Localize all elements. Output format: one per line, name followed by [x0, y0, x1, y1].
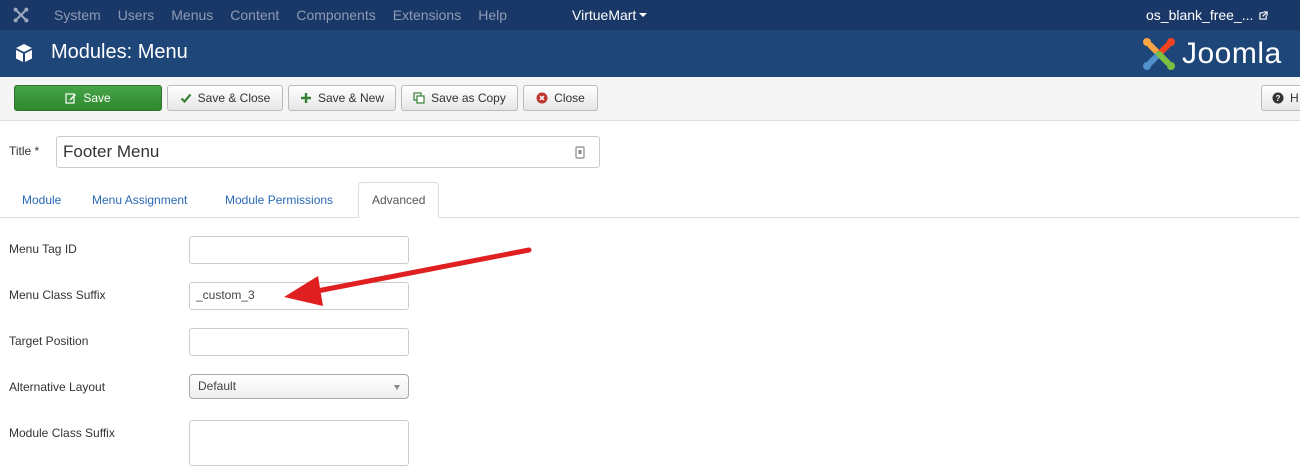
check-icon: [180, 93, 191, 104]
title-input[interactable]: Footer Menu: [56, 136, 600, 168]
save-copy-label: Save as Copy: [431, 91, 506, 105]
title-value: Footer Menu: [63, 142, 160, 161]
cube-icon: [16, 44, 32, 62]
menu-system[interactable]: System: [54, 7, 101, 23]
menu-class-suffix-input[interactable]: _custom_3: [189, 282, 409, 310]
joomla-icon[interactable]: [12, 6, 30, 24]
toolbar: Save Save & Close Save & New Save as Cop…: [0, 77, 1300, 121]
alternative-layout-value: Default: [198, 379, 237, 393]
target-position-label: Target Position: [9, 334, 89, 348]
menu-virtuemart[interactable]: VirtueMart: [572, 0, 648, 30]
help-button[interactable]: ? H: [1261, 85, 1300, 111]
lock-icon: [575, 146, 585, 159]
caret-down-icon: [639, 13, 648, 17]
page-header: Modules: Menu Joomla: [0, 30, 1300, 77]
tab-module[interactable]: Module: [9, 182, 74, 218]
close-label: Close: [554, 91, 585, 105]
close-button[interactable]: Close: [523, 85, 598, 111]
module-tabs: Module Menu Assignment Module Permission…: [0, 182, 1300, 218]
save-close-button[interactable]: Save & Close: [167, 85, 283, 111]
alternative-layout-label: Alternative Layout: [9, 380, 106, 394]
menu-content[interactable]: Content: [230, 7, 279, 23]
alternative-layout-select[interactable]: Default: [189, 374, 409, 399]
save-label: Save: [83, 91, 111, 105]
menu-help[interactable]: Help: [478, 7, 507, 23]
tab-advanced[interactable]: Advanced: [358, 182, 439, 218]
site-name: os_blank_free_...: [1146, 7, 1254, 23]
edit-icon: [65, 93, 77, 104]
menu-extensions[interactable]: Extensions: [393, 7, 461, 23]
target-position-input[interactable]: [189, 328, 409, 356]
external-link-icon: [1259, 10, 1269, 20]
title-label: Title *: [9, 144, 40, 158]
page-title: Modules: Menu: [51, 41, 188, 63]
svg-text:?: ?: [1276, 94, 1281, 103]
save-new-button[interactable]: Save & New: [288, 85, 396, 111]
menu-virtuemart-label: VirtueMart: [572, 7, 637, 23]
menu-menus[interactable]: Menus: [171, 7, 213, 23]
brand-text: Joomla: [1182, 37, 1282, 70]
plus-icon: [300, 93, 311, 103]
tab-module-permissions[interactable]: Module Permissions: [212, 182, 346, 218]
menu-class-suffix-label: Menu Class Suffix: [9, 288, 106, 302]
save-close-label: Save & Close: [197, 91, 271, 105]
save-copy-button[interactable]: Save as Copy: [401, 85, 518, 111]
module-class-suffix-label: Module Class Suffix: [9, 426, 115, 440]
top-navbar: System Users Menus Content Components Ex…: [0, 0, 1300, 30]
joomla-brand: Joomla: [1140, 35, 1282, 73]
tab-menu-assignment[interactable]: Menu Assignment: [79, 182, 200, 218]
menu-tag-id-input[interactable]: [189, 236, 409, 264]
copy-icon: [413, 92, 425, 104]
menu-users[interactable]: Users: [118, 7, 155, 23]
main-menu: System Users Menus Content Components Ex…: [54, 0, 524, 30]
menu-components[interactable]: Components: [296, 7, 375, 23]
site-link[interactable]: os_blank_free_...: [1146, 0, 1269, 30]
module-class-suffix-textarea[interactable]: [189, 420, 409, 466]
menu-tag-id-label: Menu Tag ID: [9, 242, 77, 256]
save-new-label: Save & New: [317, 91, 385, 105]
caret-down-icon: [394, 385, 400, 390]
close-circle-icon: [536, 92, 548, 104]
question-circle-icon: ?: [1272, 92, 1284, 104]
joomla-logo-icon: [1143, 38, 1175, 70]
help-label: H: [1290, 91, 1299, 105]
save-button[interactable]: Save: [14, 85, 162, 111]
